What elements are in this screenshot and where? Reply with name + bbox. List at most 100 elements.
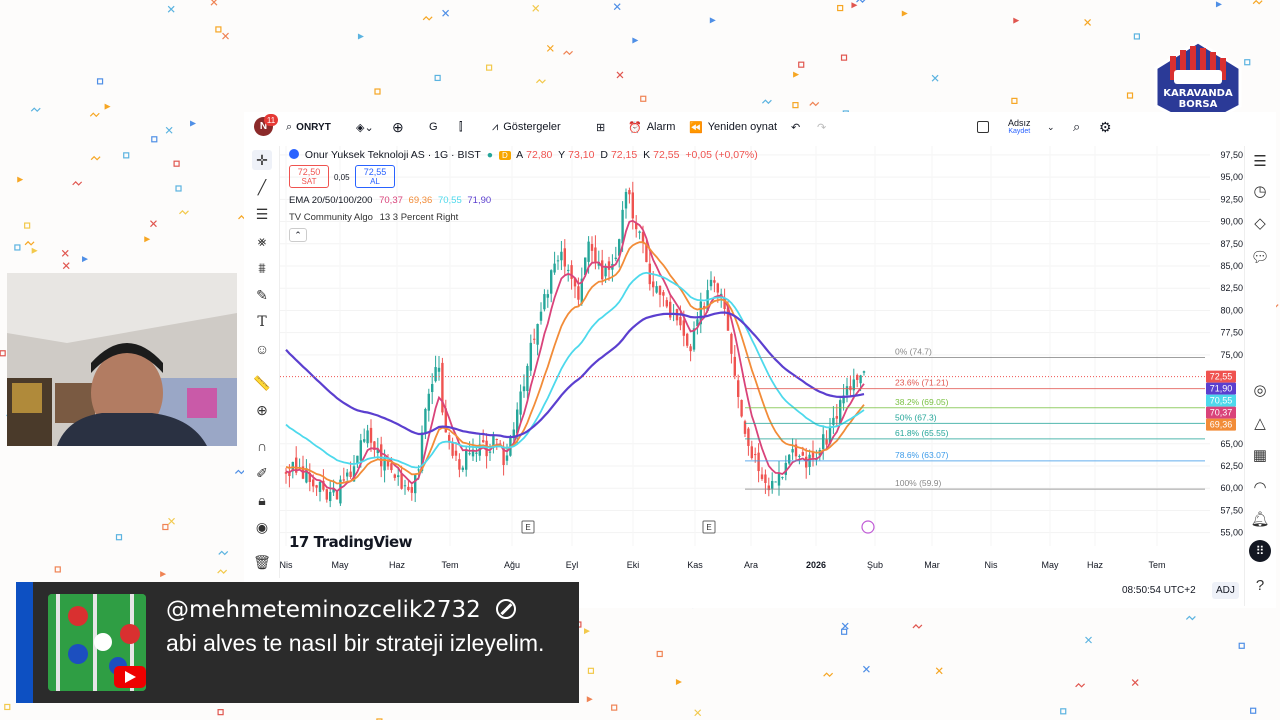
ema-legend[interactable]: EMA 20/50/100/200 70,37 69,36 70,55 71,9… — [289, 195, 491, 206]
confetti-piece — [616, 71, 624, 79]
open-label: A — [516, 149, 524, 161]
symbol-search[interactable]: ⌕ ONRYT — [286, 119, 331, 135]
pattern-tool[interactable]: ⨳ — [252, 231, 272, 251]
templates-button[interactable]: ⊞ — [596, 119, 605, 135]
candle-body — [397, 475, 400, 478]
candle-body — [628, 190, 631, 195]
sell-button[interactable]: 72,50 SAT — [289, 165, 329, 188]
lock-tool[interactable]: 🔒︎ — [252, 490, 272, 510]
y-tick-label: 95,00 — [1220, 172, 1243, 182]
y-tick-label: 82,50 — [1220, 283, 1243, 293]
candle-body — [781, 477, 784, 479]
candle-body — [380, 444, 383, 467]
confetti-piece — [536, 78, 546, 84]
confetti-piece — [434, 74, 441, 82]
alarm-button[interactable]: ⏰ Alarm — [628, 119, 675, 135]
candle-body — [658, 285, 662, 295]
delete-tool[interactable]: 🗑︎ — [252, 552, 272, 572]
tradingview-logo: 𝟭𝟳 TradingView — [289, 533, 413, 551]
crosshair-tool[interactable]: ✛ — [252, 150, 272, 170]
object-tree-button[interactable]: ◇ — [1249, 212, 1271, 234]
price-axis-tag-label: 72,55 — [1210, 372, 1233, 382]
trendline-tool[interactable]: ╱ — [252, 177, 272, 197]
undo-button[interactable]: ↶ — [791, 119, 800, 135]
calendar-button[interactable]: ▦ — [1249, 444, 1271, 466]
magnet-tool[interactable]: ∩ — [252, 436, 272, 456]
confetti-piece — [1252, 0, 1263, 5]
x-tick-label: Haz — [1087, 560, 1104, 570]
apps-button[interactable]: ⠿ — [1249, 540, 1271, 562]
eye-icon: ◉ — [255, 518, 269, 535]
brush-tool[interactable]: ✎ — [252, 285, 272, 305]
zoom-tool[interactable]: ⊕ — [252, 400, 272, 420]
candle-body — [607, 261, 611, 270]
algo-legend[interactable]: TV Community Algo 13 3 Percent Right — [289, 212, 458, 223]
brush-icon: ✎ — [256, 286, 268, 303]
candle-body — [655, 286, 658, 293]
chart-legend-title: Onur Yuksek Teknoloji AS · 1G · BIST ● D… — [289, 149, 761, 161]
add-symbol-button[interactable]: ⊕ — [392, 119, 404, 135]
help-button[interactable]: ? — [1249, 574, 1271, 596]
low-value: 72,15 — [610, 149, 638, 161]
legend-collapse-button[interactable]: ⌃ — [289, 228, 307, 242]
candle-body — [434, 367, 437, 382]
x-tick-label: Eki — [627, 560, 640, 570]
candle-body — [811, 452, 815, 458]
projection-tool[interactable]: ⩩ — [252, 258, 272, 278]
buy-button[interactable]: 72,55 AL — [355, 165, 395, 188]
help-icon: ? — [1255, 576, 1265, 594]
compare-button[interactable]: ◈⌄ — [356, 119, 374, 135]
text-tool[interactable]: T — [252, 312, 272, 332]
y-tick-label: 85,00 — [1220, 261, 1243, 271]
bell-icon: 🔔︎ — [1250, 511, 1270, 528]
chats-button[interactable]: 💬︎ — [1249, 246, 1271, 268]
candle-body — [417, 469, 420, 471]
news-button[interactable]: ◠ — [1249, 476, 1271, 498]
watchlist-button[interactable]: ☰ — [1249, 150, 1271, 172]
emoji-tool[interactable]: ☺ — [252, 339, 272, 359]
layout-menu-button[interactable]: ⌄ — [1047, 119, 1055, 135]
layout-toggle[interactable] — [977, 119, 989, 135]
redo-button[interactable]: ↷ — [817, 119, 826, 135]
replay-button[interactable]: ⏪ Yeniden oynat — [689, 119, 777, 135]
candle-body — [764, 474, 767, 483]
hotlists-button[interactable]: ◎ — [1249, 379, 1271, 401]
alarm-clock-icon: ⏰ — [628, 121, 642, 134]
candle-body — [468, 453, 471, 455]
confetti-piece — [82, 256, 89, 263]
hide-tool[interactable]: ◉ — [252, 517, 272, 537]
fib-tool[interactable]: ☰ — [252, 204, 272, 224]
ideas-button[interactable]: △ — [1249, 412, 1271, 434]
settings-button[interactable]: ⚙ — [1099, 119, 1112, 135]
notifications-button[interactable]: 🔔︎ — [1249, 508, 1271, 530]
ruler-tool[interactable]: 📏 — [252, 373, 272, 393]
x-tick-label: Ağu — [504, 560, 520, 570]
y-tick-label: 77,50 — [1220, 328, 1243, 338]
indicators-button[interactable]: ⩘ Göstergeler — [492, 119, 561, 135]
ema20-value: 70,37 — [379, 195, 403, 206]
algo-label: TV Community Algo — [289, 212, 373, 223]
candle-body — [825, 439, 828, 445]
confetti-piece — [563, 50, 573, 56]
x-tick-label: Eyl — [566, 560, 579, 570]
price-axis-tag-label: 71,90 — [1210, 384, 1233, 394]
candle-body — [465, 449, 468, 470]
price-chart[interactable]: 97,50 95,00 92,50 90,00 87,50 85,00 82,50 80,00… — [280, 146, 1244, 578]
interval-button[interactable]: G — [429, 119, 438, 135]
ema-line-100 — [285, 271, 865, 469]
layout-name[interactable]: Adsız Kaydet — [1008, 118, 1031, 138]
open-value: 72,80 — [526, 149, 553, 161]
dots-grid-icon: ⠿ — [1255, 544, 1265, 558]
stay-drawing-tool[interactable]: ✐ — [252, 463, 272, 483]
candle-body — [845, 386, 849, 395]
adj-toggle[interactable]: ADJ — [1212, 582, 1239, 599]
candle-body — [342, 479, 345, 481]
candle-body — [757, 452, 760, 472]
confetti-piece — [931, 74, 939, 82]
confetti-piece — [442, 9, 450, 17]
y-tick-label: 62,50 — [1220, 461, 1243, 471]
quick-search-button[interactable]: ⌕ — [1073, 119, 1080, 135]
confetti-piece — [532, 4, 540, 12]
chart-type-button[interactable]: ⫿ — [459, 119, 463, 135]
alerts-button[interactable]: ◷ — [1249, 180, 1271, 202]
